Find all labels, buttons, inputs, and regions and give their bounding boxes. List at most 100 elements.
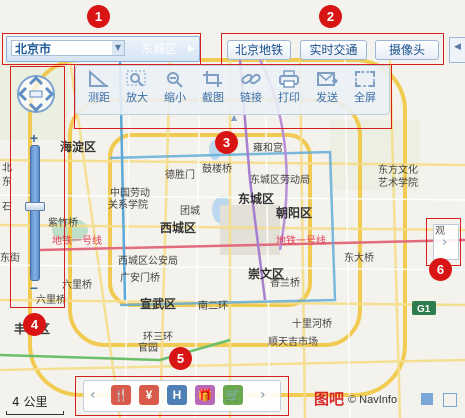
zoom-out-icon [167,72,183,88]
marker-1: 1 [87,5,110,28]
tool-zoom-out-label: 缩小 [164,91,186,104]
poi-bar: ‹ 🍴 ¥ H 🎁 🛒 › [83,380,281,412]
map-label-dongjie: 东街 [0,251,20,264]
shopping-icon[interactable]: 🎁 [195,385,215,405]
tool-screenshot[interactable]: 截图 [195,68,231,112]
tool-measure[interactable]: 测距 [81,68,117,112]
map-label-xuanwu: 宣武区 [140,296,176,311]
marker-5: 5 [169,347,192,370]
chevron-down-icon: ▼ [112,41,124,55]
poi-prev-icon[interactable]: ‹ [90,387,96,403]
map-label-chaoyang: 朝阳区 [276,205,312,220]
crop-icon [203,71,222,87]
map-canvas[interactable]: 鼓楼桥 德胜门 东城区劳动局 雍和宫 东方文化 艺术学院 中国劳动 关系学院 团… [0,0,465,418]
scale-label: 4 公里 [12,395,48,409]
zoom-in-icon [126,70,146,87]
link-icon [241,73,261,85]
map-label-subway1b: 地铁一号线 [276,234,326,247]
copyright-text: © NavInfo [348,394,398,406]
map-label-deshengmen: 德胜门 [165,168,195,181]
map-label-xicheng: 西城区 [160,220,196,235]
map-label-yishu: 艺术学院 [378,176,418,189]
map-label-dongqing: 东大桥 [344,251,374,264]
map-label-tuanjie: 团城 [180,205,200,217]
map-label-gongan: 西城区公安局 [118,254,178,267]
tool-send-label: 发送 [316,91,338,104]
zoom-in-button[interactable]: + [24,131,44,145]
map-app: 鼓楼桥 德胜门 东城区劳动局 雍和宫 东方文化 艺术学院 中国劳动 关系学院 团… [0,0,465,418]
camera-button[interactable]: 摄像头 [375,40,439,60]
city-select-label: 北京市 [15,42,52,56]
reset-view-icon[interactable] [29,90,43,98]
subway-button[interactable]: 北京地铁 [227,40,291,60]
chevron-right-icon: ▶ [188,44,195,54]
map-label-liulibridge: 六里桥 [62,279,92,291]
collapse-button[interactable]: ◀ [449,37,465,63]
poi-next-icon[interactable]: › [260,387,266,403]
map-label-dongfang: 东方文化 [378,163,418,176]
map-toolbar: 测距 放大 缩小 截图 链接 打印 发送 全屏 [75,65,390,115]
city-select[interactable]: 北京市 ▼ [11,40,125,56]
tool-send[interactable]: 发送 [309,68,345,112]
map-label-gaobei: 顺天吉市场 [268,335,318,348]
toolbar-collapse-icon[interactable]: ▲ [231,113,237,122]
printer-icon [279,70,299,88]
marker-2: 2 [319,5,342,28]
map-label-liuxun: 六里桥 [36,294,66,306]
marker-4: 4 [23,313,46,336]
map-label-subway1a: 地铁一号线 [52,234,102,247]
map-label-cdbridge: 东城区劳动局 [250,173,310,186]
map-label-guanganmen: 广安门桥 [120,271,160,284]
tool-zoom-out[interactable]: 缩小 [157,68,193,112]
tool-print[interactable]: 打印 [271,68,307,112]
map-label-zhongguo2: 关系学院 [108,198,148,211]
tool-measure-label: 测距 [88,91,110,104]
marker-3: 3 [215,131,238,154]
district-link[interactable]: 东城区 [141,42,177,56]
ruler-icon [89,70,109,87]
bank-icon[interactable]: ¥ [139,385,159,405]
city-selector-bar: 北京市 ▼ 东城区 ▶ [6,36,200,62]
map-label-zhongguo1: 中国劳动 [110,186,150,199]
hotel-icon[interactable]: H [167,385,187,405]
tool-zoom-in[interactable]: 放大 [119,68,155,112]
zoom-slider-track[interactable] [30,145,40,281]
right-panel-toggle[interactable]: 观 › [433,224,459,260]
scale-bar [6,411,64,415]
traffic-button[interactable]: 实时交通 [300,40,367,60]
map-label-gulou: 鼓楼桥 [202,162,232,175]
brand-logo: 图吧 [314,390,345,408]
marker-6: 6 [429,258,452,281]
chevron-right-icon: › [442,235,448,250]
pan-control[interactable] [16,74,56,114]
map-label-huanshan: 环三环 [143,332,173,343]
map-label-guanyuan: 官园 [138,341,158,354]
chevron-left-icon: ◀ [454,42,461,52]
map-label-haidian: 海淀区 [60,139,96,154]
map-label-shi: 石 [2,202,12,213]
map-label-dong: 东 [2,175,12,188]
map-label-g1: G1 [417,304,431,315]
fullscreen-icon [355,71,375,87]
tool-link-label: 链接 [240,91,262,104]
info-icon[interactable] [421,393,433,405]
map-label-bei: 北 [2,162,12,174]
map-label-dongcheng: 东城区 [238,191,274,206]
tool-link[interactable]: 链接 [233,68,269,112]
map-label-chongwen: 崇文区 [248,266,284,281]
map-label-zizhu: 紫竹桥 [48,216,78,229]
map-label-yonghe: 雍和宫 [253,141,283,154]
tool-fullscreen[interactable]: 全屏 [347,68,383,112]
supermarket-icon[interactable]: 🛒 [223,385,243,405]
tool-print-label: 打印 [278,91,300,104]
map-label-jinsong: 十里河桥 [292,317,332,330]
tool-fullscreen-label: 全屏 [354,91,376,104]
map-label-nanerhuan: 南二环 [198,299,228,312]
restaurant-icon[interactable]: 🍴 [111,385,131,405]
zoom-slider-handle[interactable] [25,202,45,211]
tool-zoom-in-label: 放大 [126,91,148,104]
map-type-icon[interactable] [443,393,457,407]
mail-icon [317,72,338,86]
tool-screenshot-label: 截图 [202,91,224,104]
zoom-out-button[interactable]: − [24,281,44,295]
